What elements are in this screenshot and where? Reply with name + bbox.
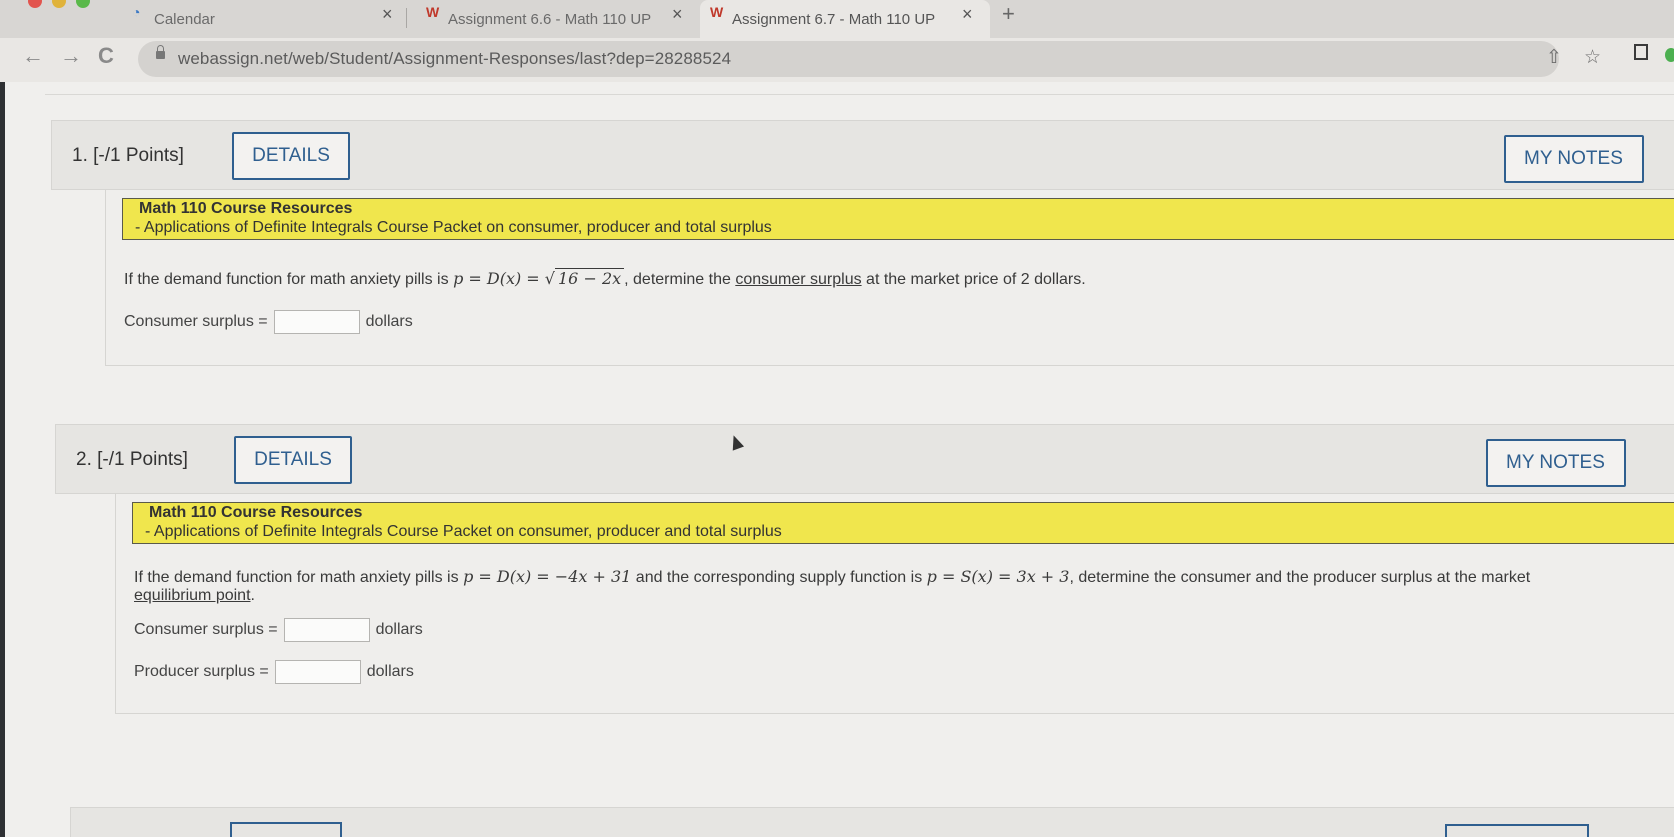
details-button[interactable] [230,822,342,837]
webassign-icon: W [426,4,440,20]
lock-icon [156,45,165,59]
new-tab-button[interactable]: + [1002,1,1015,27]
square-root: √ 16 − 2x [545,268,625,288]
address-bar[interactable]: webassign.net/web/Student/Assignment-Res… [138,41,1601,77]
divider [45,94,1674,95]
resource-link[interactable]: - Applications of Definite Integrals Cou… [135,219,772,237]
sidebar-toggle-icon[interactable] [1634,44,1648,60]
question-text: If the demand function for math anxiety … [124,268,1086,288]
maximize-window-button[interactable] [76,0,90,8]
question-points: 2. [-/1 Points] [76,449,188,470]
question-header: 2. [-/1 Points] DETAILS MY NOTES [55,424,1674,494]
question-header: 1. [-/1 Points] DETAILS MY NOTES [51,120,1674,190]
close-window-button[interactable] [28,0,42,8]
url-text[interactable]: webassign.net/web/Student/Assignment-Res… [178,49,731,69]
question-text: If the demand function for math anxiety … [134,567,1531,605]
back-button[interactable]: ← [22,43,44,69]
course-resources-box: Math 110 Course Resources - Applications… [132,502,1674,544]
assignment-page: 1. [-/1 Points] DETAILS MY NOTES Math 11… [5,82,1674,837]
my-notes-button[interactable]: MY NOTES [1486,439,1626,487]
producer-surplus-input[interactable] [274,660,361,684]
my-notes-button[interactable] [1445,824,1589,837]
tab-title: Assignment 6.7 - Math 110 UP [732,10,936,28]
answer-unit: dollars [366,663,414,680]
resource-title: Math 110 Course Resources [139,200,353,217]
answer-row: Consumer surplus = dollars [124,310,413,334]
question-body: Math 110 Course Resources - Applications… [105,190,1674,366]
tab-calendar[interactable]: ◔ Calendar × [122,0,402,38]
reload-button[interactable]: C [98,43,114,69]
answer-label: Producer surplus = [134,663,269,680]
resource-link[interactable]: - Applications of Definite Integrals Cou… [145,523,782,541]
profile-avatar[interactable] [1665,48,1674,62]
share-icon[interactable]: ⇧ [1546,46,1562,69]
browser-tab-bar: ◔ Calendar × W Assignment 6.6 - Math 110… [0,0,1674,38]
close-tab-icon[interactable]: × [672,4,683,25]
close-tab-icon[interactable]: × [382,4,393,25]
details-button[interactable]: DETAILS [234,436,352,484]
answer-unit: dollars [375,621,423,638]
details-button[interactable]: DETAILS [232,132,350,180]
glossary-term-link[interactable]: consumer surplus [735,271,861,288]
answer-label: Consumer surplus = [134,621,278,638]
course-resources-box: Math 110 Course Resources - Applications… [122,198,1674,240]
tab-separator [406,8,407,28]
bookmark-star-icon[interactable]: ☆ [1584,46,1601,69]
consumer-surplus-input[interactable] [283,618,370,642]
browser-toolbar: ← → C webassign.net/web/Student/Assignme… [0,38,1674,82]
answer-unit: dollars [365,313,413,330]
webassign-icon: W [710,4,724,20]
tab-title: Assignment 6.6 - Math 110 UP [448,10,652,28]
resource-title: Math 110 Course Resources [149,504,363,521]
minimize-window-button[interactable] [52,0,66,8]
question-points: 1. [-/1 Points] [72,145,184,166]
answer-row: Producer surplus = dollars [134,660,414,684]
tab-assignment-6-6[interactable]: W Assignment 6.6 - Math 110 UP × [416,0,696,38]
consumer-surplus-input[interactable] [273,310,360,334]
close-tab-icon[interactable]: × [962,4,973,25]
tab-assignment-6-7[interactable]: W Assignment 6.7 - Math 110 UP × [700,0,990,38]
answer-row: Consumer surplus = dollars [134,618,423,642]
my-notes-button[interactable]: MY NOTES [1504,135,1644,183]
forward-button[interactable]: → [60,43,82,69]
answer-label: Consumer surplus = [124,313,268,330]
tab-title: Calendar [154,10,215,28]
question-body: Math 110 Course Resources - Applications… [115,494,1674,714]
glossary-term-link[interactable]: equilibrium point [134,587,251,604]
calendar-icon: ◔ [132,4,141,20]
